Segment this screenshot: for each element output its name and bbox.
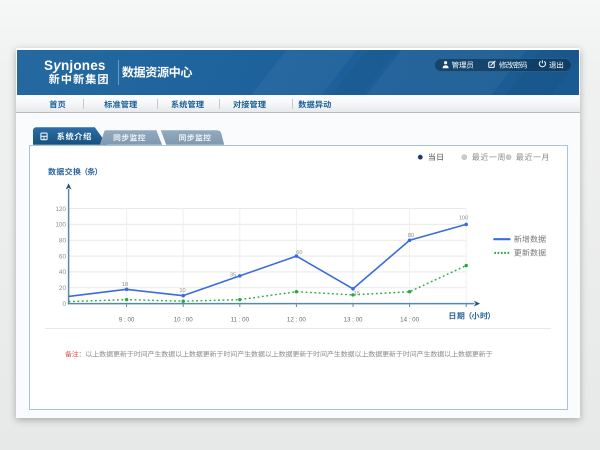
svg-text:18: 18 [122,282,128,288]
svg-text:13 : 00: 13 : 00 [344,317,363,324]
svg-text:9 : 00: 9 : 00 [119,317,135,324]
svg-text:20: 20 [59,285,67,292]
svg-text:80: 80 [408,233,414,239]
svg-text:100: 100 [459,215,469,221]
svg-text:10: 10 [179,288,185,294]
svg-text:100: 100 [55,222,66,229]
svg-text:120: 120 [55,206,66,213]
svg-text:15: 15 [354,291,360,297]
svg-text:0: 0 [62,301,66,308]
svg-text:60: 60 [296,250,302,256]
svg-text:12 : 00: 12 : 00 [287,317,306,324]
svg-text:40: 40 [59,269,67,276]
svg-text:35: 35 [230,272,236,278]
svg-text:60: 60 [59,253,67,260]
svg-text:14 : 00: 14 : 00 [400,317,419,324]
svg-text:11 : 00: 11 : 00 [231,317,250,324]
svg-text:10 : 00: 10 : 00 [174,317,193,324]
svg-text:80: 80 [59,238,67,245]
svg-text:Synjones: Synjones [44,58,106,73]
